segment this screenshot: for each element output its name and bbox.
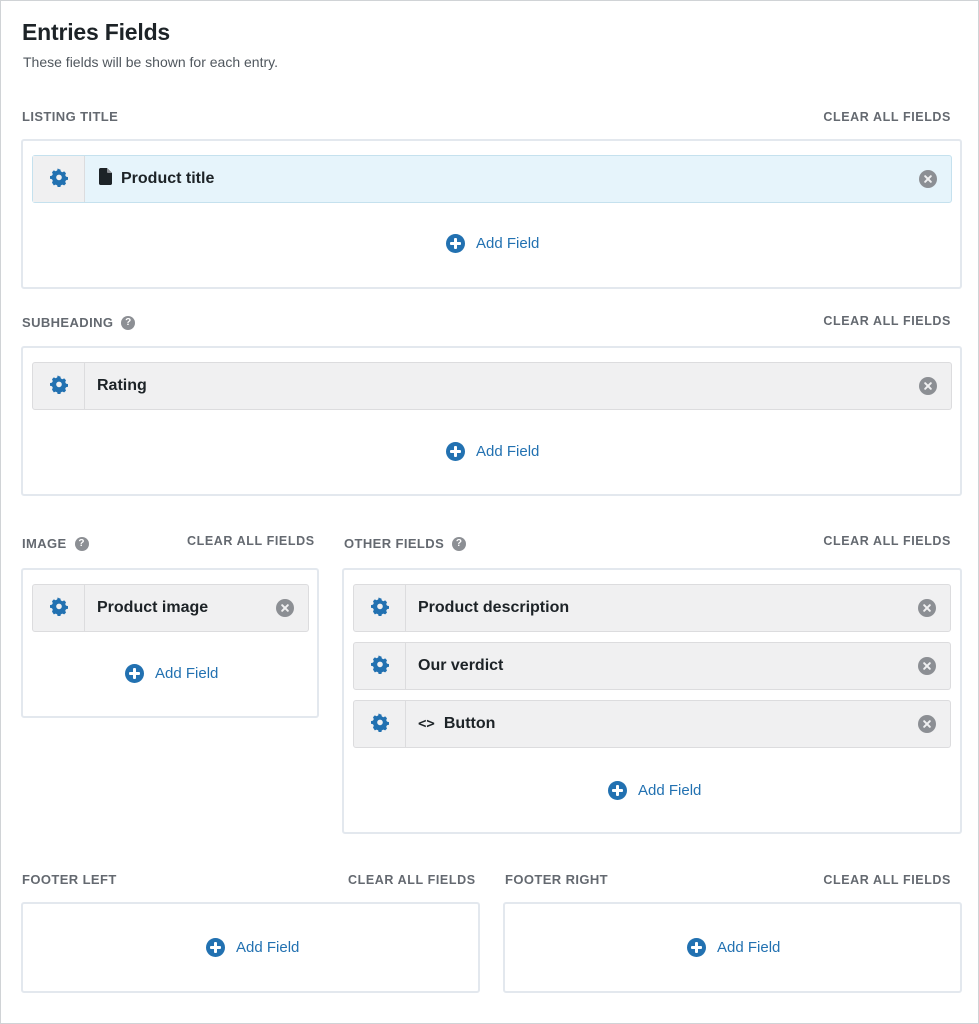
field-settings-button[interactable] [33,156,85,202]
clear-all-fields-other-fields-link[interactable]: CLEAR ALL FIELDS [823,534,951,548]
field-product-title[interactable]: Product title [32,155,952,203]
help-icon[interactable]: ? [452,536,467,551]
entries-fields-panel: Entries Fields These fields will be show… [0,0,979,1024]
help-icon[interactable]: ? [74,536,89,551]
gear-icon [49,374,69,399]
field-our-verdict[interactable]: Our verdict [353,642,951,690]
section-label-image: IMAGE ? [22,536,89,551]
document-icon [99,168,112,190]
remove-field-button[interactable] [262,585,308,631]
gear-icon [370,712,390,737]
clear-all-fields-footer-left-link[interactable]: CLEAR ALL FIELDS [348,873,476,887]
field-label: Product image [97,599,209,616]
close-icon [918,599,936,617]
add-field-label: Add Field [476,235,540,252]
code-icon: <> [418,716,435,732]
clear-all-fields-image-link[interactable]: CLEAR ALL FIELDS [187,534,315,548]
add-field-label: Add Field [236,939,300,956]
add-field-label: Add Field [476,443,540,460]
section-label-text: SUBHEADING [22,315,114,330]
add-field-button-image[interactable]: Add Field [125,664,218,683]
field-settings-button[interactable] [354,643,406,689]
add-field-label: Add Field [155,665,219,682]
add-field-label: Add Field [717,939,781,956]
remove-field-button[interactable] [904,585,950,631]
help-icon[interactable]: ? [121,315,136,330]
remove-field-button[interactable] [904,643,950,689]
remove-field-button[interactable] [904,701,950,747]
section-label-subheading: SUBHEADING ? [22,315,136,330]
field-button[interactable]: <> Button [353,700,951,748]
field-product-description[interactable]: Product description [353,584,951,632]
plus-circle-icon [687,938,706,957]
section-label-text: FOOTER LEFT [22,872,117,887]
plus-circle-icon [446,234,465,253]
plus-circle-icon [125,664,144,683]
dropzone-image: Product image Add Field [21,568,319,718]
field-settings-button[interactable] [354,701,406,747]
add-field-button-footer-right[interactable]: Add Field [687,938,780,957]
gear-icon [370,654,390,679]
clear-all-fields-subheading-link[interactable]: CLEAR ALL FIELDS [823,314,951,328]
section-label-footer-right: FOOTER RIGHT [505,872,608,887]
dropzone-listing-title: Product title Add Field [21,139,962,289]
field-settings-button[interactable] [33,585,85,631]
field-label-wrap: Rating [85,363,905,409]
dropzone-other-fields: Product description Our verdict <> Butto… [342,568,962,834]
close-icon [919,377,937,395]
page-subtitle: These fields will be shown for each entr… [23,54,278,70]
field-rating[interactable]: Rating [32,362,952,410]
section-label-other-fields: OTHER FIELDS ? [344,536,467,551]
section-label-text: LISTING TITLE [22,109,119,124]
section-label-text: IMAGE [22,536,67,551]
close-icon [276,599,294,617]
gear-icon [49,596,69,621]
remove-field-button[interactable] [905,156,951,202]
plus-circle-icon [446,442,465,461]
field-label-wrap: Product description [406,585,904,631]
close-icon [918,657,936,675]
plus-circle-icon [608,781,627,800]
section-label-footer-left: FOOTER LEFT [22,872,117,887]
field-label: Product title [121,170,215,187]
dropzone-footer-right: Add Field [503,902,962,993]
field-settings-button[interactable] [354,585,406,631]
gear-icon [370,596,390,621]
add-field-button-footer-left[interactable]: Add Field [206,938,299,957]
remove-field-button[interactable] [905,363,951,409]
page-title: Entries Fields [22,19,171,45]
add-field-button-subheading[interactable]: Add Field [446,442,539,461]
field-label: Rating [97,377,147,394]
dropzone-subheading: Rating Add Field [21,346,962,496]
section-label-text: OTHER FIELDS [344,536,445,551]
gear-icon [49,167,69,192]
clear-all-fields-footer-right-link[interactable]: CLEAR ALL FIELDS [823,873,951,887]
field-label-wrap: Our verdict [406,643,904,689]
add-field-button-listing-title[interactable]: Add Field [446,234,539,253]
field-label-wrap: Product title [85,156,905,202]
plus-circle-icon [206,938,225,957]
clear-all-fields-listing-title-link[interactable]: CLEAR ALL FIELDS [823,110,951,124]
close-icon [918,715,936,733]
field-label: Button [443,715,496,732]
field-label-wrap: Product image [85,585,262,631]
field-label: Our verdict [418,657,504,674]
field-settings-button[interactable] [33,363,85,409]
add-field-label: Add Field [638,782,702,799]
section-label-text: FOOTER RIGHT [505,872,609,887]
add-field-button-other-fields[interactable]: Add Field [608,781,701,800]
field-label-wrap: <> Button [406,701,904,747]
close-icon [919,170,937,188]
dropzone-footer-left: Add Field [21,902,480,993]
field-product-image[interactable]: Product image [32,584,309,632]
section-label-listing-title: LISTING TITLE [22,109,118,124]
field-label: Product description [418,599,570,616]
